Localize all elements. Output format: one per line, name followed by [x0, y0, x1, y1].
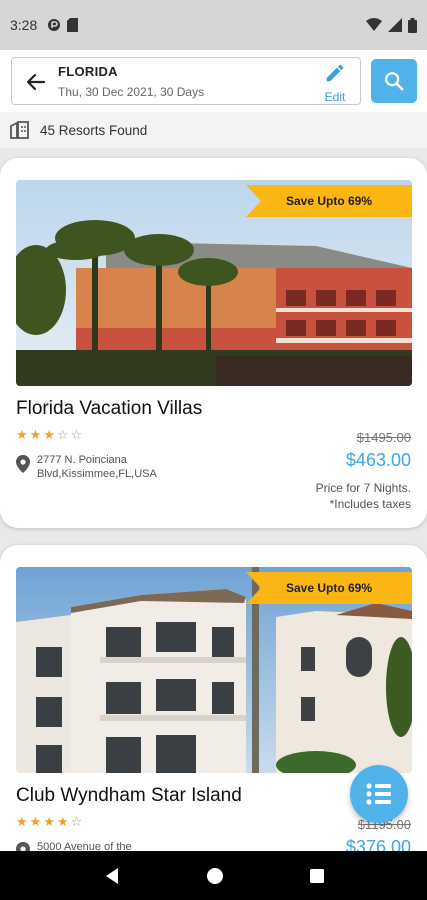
star-rating: ★ ★ ★ ☆ ☆	[16, 428, 82, 442]
status-time: 3:28	[10, 17, 38, 33]
signal-icon	[388, 18, 402, 32]
star-outline-icon: ☆	[56, 427, 69, 442]
search-summary-box[interactable]: FLORIDA Thu, 30 Dec 2021, 30 Days Edit	[11, 57, 361, 105]
resort-image: Save Upto 69%	[16, 567, 412, 773]
pencil-icon	[326, 64, 344, 82]
battery-icon	[408, 17, 417, 33]
resort-image: Save Upto 69%	[16, 180, 412, 386]
edit-label: Edit	[324, 90, 346, 104]
status-bar: 3:28	[0, 0, 427, 50]
resort-price: $463.00	[345, 450, 411, 470]
price-taxes: *Includes taxes	[329, 497, 411, 511]
search-header: FLORIDA Thu, 30 Dec 2021, 30 Days Edit	[0, 50, 427, 112]
star-icon: ★	[43, 427, 55, 442]
price-note: Price for 7 Nights. *Includes taxes	[316, 480, 411, 512]
results-count: 45 Resorts Found	[40, 122, 148, 138]
recents-nav-icon[interactable]	[309, 868, 325, 884]
original-price: $1495.00	[356, 430, 411, 445]
navigation-bar	[0, 851, 427, 900]
star-icon: ★	[56, 814, 69, 829]
wifi-icon	[366, 18, 382, 31]
resort-name: Florida Vacation Villas	[16, 398, 203, 419]
star-icon: ★	[16, 427, 28, 442]
arrow-left-icon[interactable]	[24, 70, 48, 94]
resort-address: 2777 N. Poinciana Blvd,Kissimmee,FL,USA	[37, 454, 157, 480]
home-nav-icon[interactable]	[206, 867, 224, 885]
save-badge: Save Upto 69%	[246, 572, 412, 604]
edit-button[interactable]: Edit	[320, 62, 350, 104]
search-button[interactable]	[371, 59, 417, 103]
price-nights: Price for 7 Nights.	[315, 481, 411, 495]
app-notification-icon	[48, 19, 61, 31]
resort-card[interactable]: Save Upto 69% Club Wyndham Star Island ★…	[0, 545, 427, 885]
building-icon	[10, 121, 29, 139]
search-icon	[385, 72, 404, 91]
star-rating: ★ ★ ★ ★ ☆	[16, 815, 82, 829]
star-icon: ★	[29, 427, 42, 442]
search-location: FLORIDA	[58, 64, 118, 79]
back-nav-icon[interactable]	[103, 867, 121, 885]
star-icon: ★	[16, 814, 28, 829]
resort-card[interactable]: Save Upto 69% Florida Vacation Villas ★ …	[0, 158, 427, 528]
list-view-button[interactable]	[350, 765, 408, 823]
star-icon: ★	[43, 814, 55, 829]
resort-name: Club Wyndham Star Island	[16, 785, 242, 806]
search-dates: Thu, 30 Dec 2021, 30 Days	[58, 85, 205, 99]
sd-card-icon	[67, 18, 79, 32]
location-pin-icon	[16, 455, 30, 473]
list-icon	[366, 783, 391, 805]
results-summary: 45 Resorts Found	[0, 112, 427, 148]
star-outline-icon: ☆	[70, 427, 83, 442]
star-icon: ★	[29, 814, 42, 829]
save-badge: Save Upto 69%	[246, 185, 412, 217]
star-outline-icon: ☆	[70, 814, 83, 829]
